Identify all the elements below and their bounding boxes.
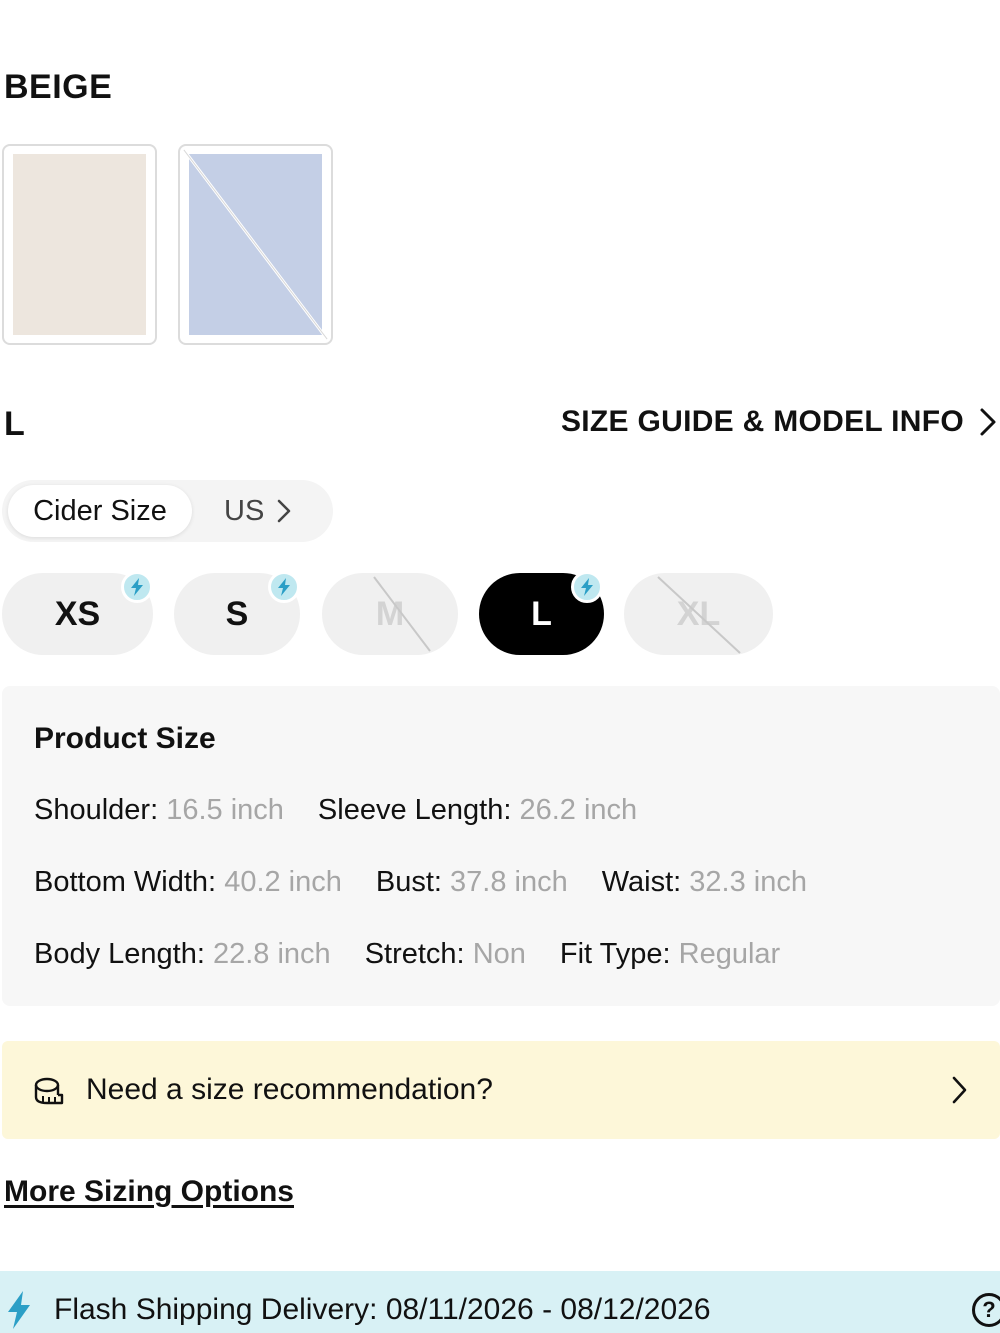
flash-shipping-text: Flash Shipping Delivery: 08/11/2026 - 08… — [54, 1293, 711, 1326]
chevron-right-icon — [980, 408, 996, 436]
flash-bolt-icon — [8, 1291, 30, 1329]
measurement-key: Fit Type: — [559, 938, 671, 970]
size-option-xl[interactable]: XL — [624, 573, 773, 655]
measurement-key: Stretch: — [364, 938, 465, 970]
chevron-right-icon — [278, 499, 291, 523]
product-size-row: Bottom Width: 40.2 inch Bust: 37.8 inch … — [34, 866, 841, 899]
measurement-value: 22.8 inch — [212, 938, 331, 970]
swatch-fill — [13, 154, 146, 335]
measurement-value: 32.3 inch — [689, 866, 807, 898]
size-recommendation-text: Need a size recommendation? — [86, 1073, 493, 1106]
selected-size-label: L — [4, 405, 25, 443]
size-recommendation-banner[interactable]: Need a size recommendation? — [2, 1041, 1000, 1139]
measurement-value: Regular — [678, 938, 781, 970]
measurement-key: Sleeve Length: — [317, 794, 512, 826]
color-swatch-light-blue[interactable] — [178, 144, 333, 345]
size-guide-link[interactable]: SIZE GUIDE & MODEL INFO — [561, 405, 998, 439]
chevron-right-icon — [952, 1076, 967, 1104]
measurement-bottom-width: Bottom Width: 40.2 inch — [34, 866, 342, 899]
measurement-bust: Bust: 37.8 inch — [376, 866, 568, 899]
measurement-value: 40.2 inch — [224, 866, 342, 898]
size-option-label: S — [225, 594, 249, 633]
product-size-panel: Product Size Shoulder: 16.5 inch Sleeve … — [2, 686, 1000, 1006]
help-icon[interactable]: ? — [972, 1293, 1000, 1327]
color-swatch-beige[interactable] — [2, 144, 157, 345]
size-option-label: L — [531, 594, 552, 633]
measurement-shoulder: Shoulder: 16.5 inch — [34, 794, 284, 827]
flash-bolt-icon — [571, 571, 603, 603]
flash-bolt-icon — [268, 571, 300, 603]
product-size-row: Body Length: 22.8 inch Stretch: Non Fit … — [34, 938, 814, 971]
product-size-row: Shoulder: 16.5 inch Sleeve Length: 26.2 … — [34, 794, 671, 827]
unavailable-slash — [657, 576, 741, 654]
measurement-sleeve-length: Sleeve Length: 26.2 inch — [318, 794, 637, 827]
size-guide-label: SIZE GUIDE & MODEL INFO — [560, 405, 964, 438]
measurement-fit-type: Fit Type: Regular — [560, 938, 780, 971]
selected-color-name: BEIGE — [4, 68, 113, 106]
more-sizing-options-link[interactable]: More Sizing Options — [4, 1175, 294, 1209]
measurement-body-length: Body Length: 22.8 inch — [34, 938, 331, 971]
tape-measure-icon — [34, 1077, 64, 1105]
size-option-m[interactable]: M — [322, 573, 458, 655]
unavailable-slash — [373, 576, 431, 652]
size-system-us-label: US — [224, 494, 265, 527]
measurement-waist: Waist: 32.3 inch — [602, 866, 807, 899]
measurement-key: Shoulder: — [34, 794, 159, 826]
measurement-key: Bust: — [375, 866, 442, 898]
flash-bolt-icon — [121, 571, 153, 603]
measurement-key: Bottom Width: — [34, 866, 217, 898]
flash-shipping-bar: Flash Shipping Delivery: 08/11/2026 - 08… — [0, 1271, 1000, 1333]
size-system-toggle[interactable]: Cider Size US — [2, 480, 333, 542]
measurement-stretch: Stretch: Non — [365, 938, 526, 971]
size-option-label: XS — [54, 594, 101, 633]
product-size-heading: Product Size — [34, 722, 216, 755]
size-system-us[interactable]: US — [224, 485, 292, 537]
measurement-value: 37.8 inch — [450, 866, 568, 898]
measurement-value: 26.2 inch — [519, 794, 638, 826]
measurement-value: 16.5 inch — [166, 794, 284, 826]
measurement-value: Non — [472, 938, 526, 970]
unavailable-slash — [182, 149, 329, 340]
size-system-cider[interactable]: Cider Size — [8, 485, 192, 537]
measurement-key: Waist: — [601, 866, 682, 898]
measurement-key: Body Length: — [34, 938, 205, 970]
